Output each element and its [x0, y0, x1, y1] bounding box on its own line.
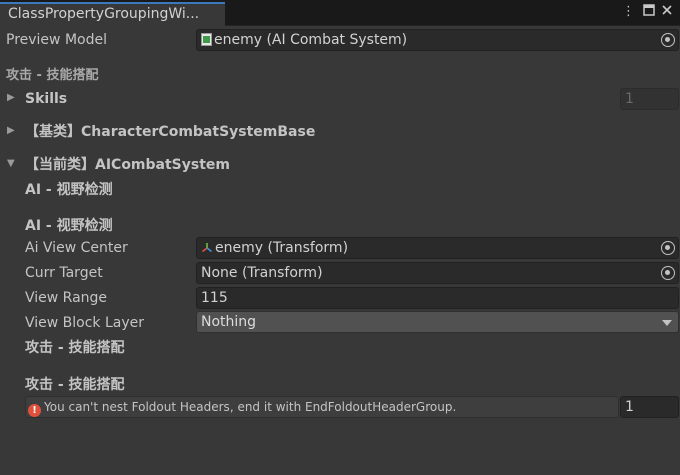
kebab-menu-icon[interactable]: ⋮: [622, 4, 635, 20]
chevron-down-icon: [662, 320, 672, 326]
object-picker-icon[interactable]: [661, 241, 675, 255]
foldout-right-icon[interactable]: ▶: [7, 88, 19, 108]
attack-skill-header: 攻击 - 技能搭配: [6, 68, 99, 83]
help-count-field[interactable]: 1: [620, 396, 679, 418]
preview-model-label: Preview Model: [6, 32, 107, 48]
object-picker-icon[interactable]: [661, 33, 675, 47]
error-icon: !: [28, 404, 41, 417]
base-class-foldout[interactable]: 【基类】CharacterCombatSystemBase: [25, 122, 315, 142]
skills-count-field: 1: [620, 88, 679, 110]
foldout-right-icon[interactable]: ▶: [7, 121, 19, 141]
current-class-foldout[interactable]: 【当前类】AICombatSystem: [25, 155, 230, 175]
ai-view-center-value: enemy (Transform): [215, 240, 349, 256]
transform-icon: [201, 240, 213, 258]
skills-foldout-label[interactable]: Skills: [25, 89, 67, 109]
preview-model-value: enemy (AI Combat System): [214, 32, 408, 48]
view-range-label: View Range: [25, 290, 108, 306]
attack-skill-header: 攻击 - 技能搭配: [25, 340, 125, 356]
attack-skill-header: 攻击 - 技能搭配: [25, 377, 125, 393]
curr-target-label: Curr Target: [25, 265, 103, 281]
ai-view-center-field[interactable]: enemy (Transform): [196, 237, 679, 259]
foldout-down-icon[interactable]: ▼: [7, 154, 19, 174]
view-block-layer-value: Nothing: [201, 314, 257, 330]
script-icon: [201, 32, 212, 50]
maximize-icon[interactable]: [642, 4, 656, 20]
error-message: You can't nest Foldout Headers, end it w…: [44, 400, 457, 414]
preview-model-field[interactable]: enemy (AI Combat System): [196, 29, 679, 51]
curr-target-value: None (Transform): [201, 265, 323, 281]
error-help-box: ! You can't nest Foldout Headers, end it …: [25, 396, 619, 418]
window-tab[interactable]: ClassPropertyGroupingWi...: [0, 2, 225, 26]
close-icon[interactable]: [660, 4, 674, 20]
window-titlebar: ClassPropertyGroupingWi... ⋮: [0, 0, 680, 26]
curr-target-field[interactable]: None (Transform): [196, 262, 679, 284]
ai-view-header: AI - 视野检测: [25, 218, 113, 234]
view-block-layer-label: View Block Layer: [25, 315, 145, 331]
ai-view-header: AI - 视野检测: [25, 182, 113, 198]
view-block-layer-dropdown[interactable]: Nothing: [196, 311, 679, 333]
view-range-input[interactable]: 115: [196, 287, 679, 309]
object-picker-icon[interactable]: [661, 266, 675, 280]
ai-view-center-label: Ai View Center: [25, 240, 128, 256]
